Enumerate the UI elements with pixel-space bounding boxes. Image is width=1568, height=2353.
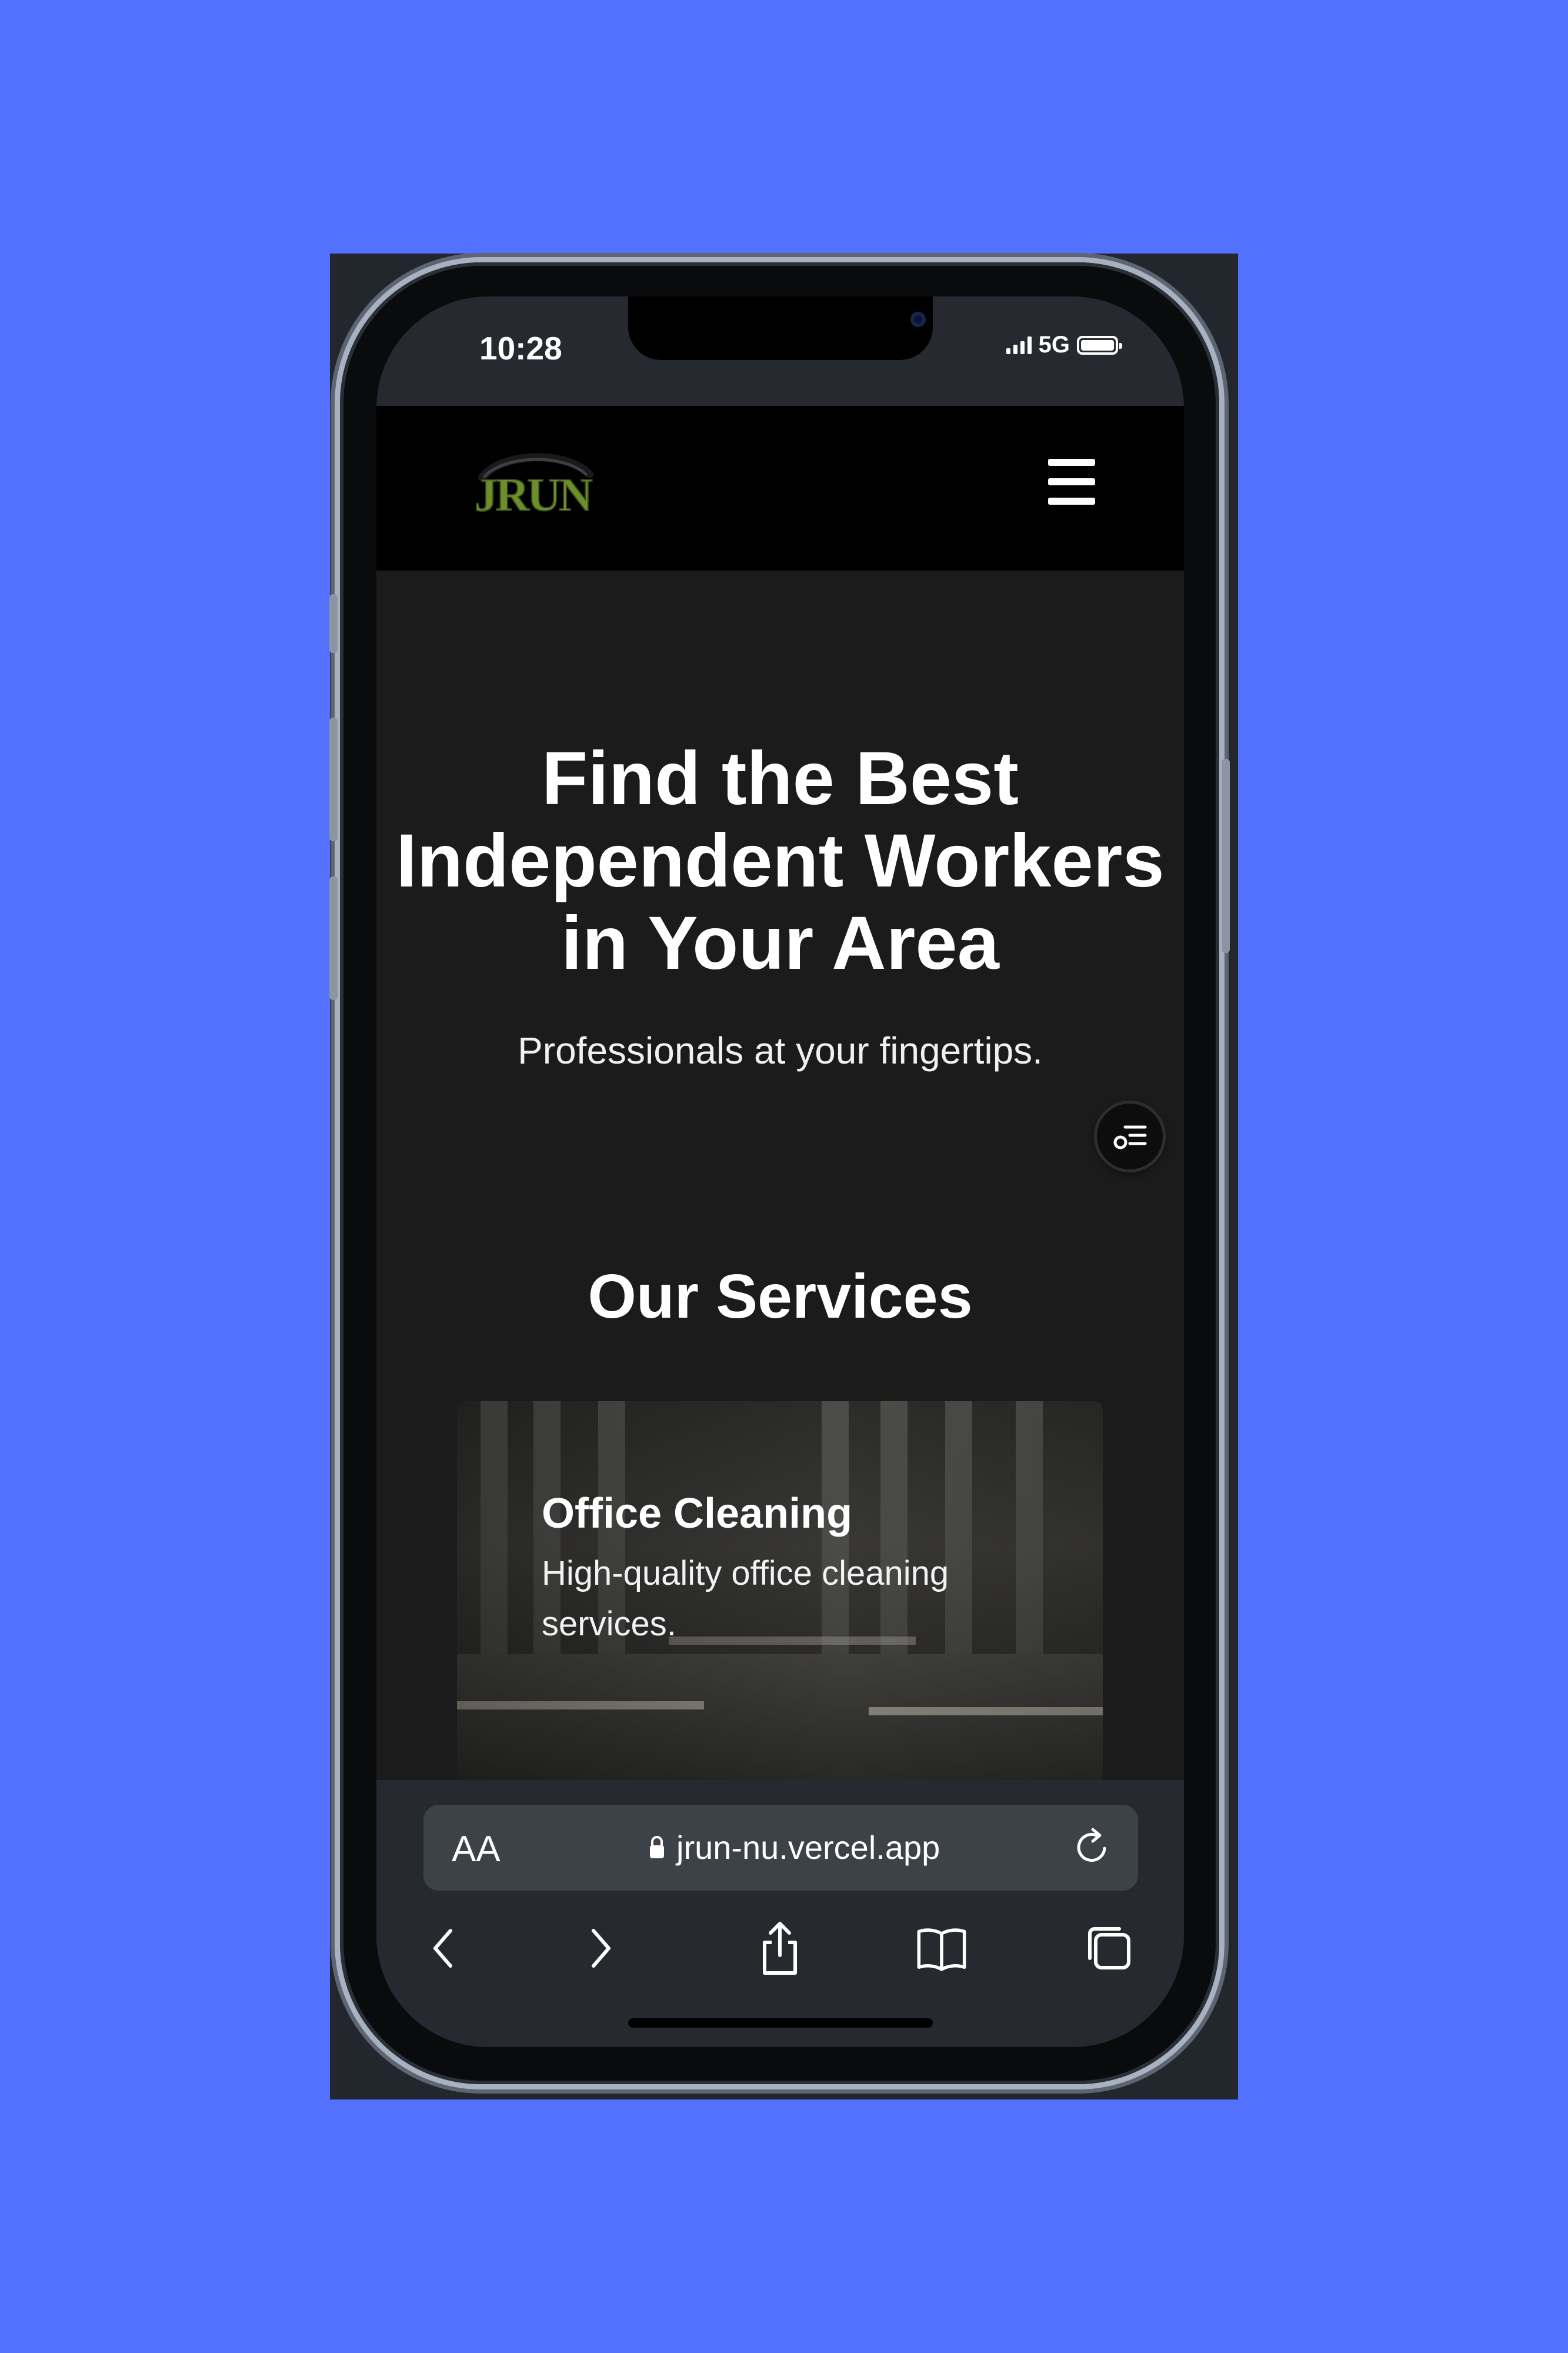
signal-icon xyxy=(1006,336,1032,354)
forward-button[interactable] xyxy=(573,1919,628,1978)
settings-list-icon xyxy=(1113,1125,1147,1149)
share-icon xyxy=(763,1922,797,1975)
bookmarks-icon xyxy=(917,1928,966,1971)
address-bar[interactable]: AA jrun-nu.vercel.app xyxy=(423,1805,1138,1891)
network-type: 5G xyxy=(1038,332,1070,358)
home-indicator xyxy=(628,2018,933,2028)
status-bar: 10:28 5G xyxy=(376,296,1184,406)
phone-screen: 10:28 5G JRUN Find the Best Independent … xyxy=(376,296,1184,2047)
battery-icon xyxy=(1077,335,1122,355)
volume-up-button xyxy=(329,718,338,841)
back-button[interactable] xyxy=(416,1919,471,1978)
back-icon xyxy=(433,1929,452,1968)
reload-icon[interactable] xyxy=(1070,1826,1113,1868)
hero-title-line: in Your Area xyxy=(561,901,999,985)
power-button xyxy=(1222,759,1230,953)
service-card-title: Office Cleaning xyxy=(542,1490,853,1537)
url-text: jrun-nu.vercel.app xyxy=(676,1829,940,1866)
floating-settings-button[interactable] xyxy=(1097,1104,1163,1169)
forward-icon xyxy=(592,1929,610,1968)
service-card-description: High-quality office cleaning services. xyxy=(542,1554,949,1643)
hamburger-menu-icon[interactable] xyxy=(1048,459,1095,505)
hero-title-line: Find the Best xyxy=(542,736,1019,821)
notch xyxy=(628,296,933,360)
service-card-office-cleaning[interactable]: Office Cleaning High-quality office clea… xyxy=(457,1401,1103,1813)
tabs-icon xyxy=(1088,1927,1130,1969)
hero-title-line: Independent Workers xyxy=(396,819,1165,903)
browser-toolbar: AA jrun-nu.vercel.app xyxy=(376,1780,1184,2047)
front-camera-icon xyxy=(910,312,926,327)
bookmarks-button[interactable] xyxy=(915,1919,969,1978)
volume-down-button xyxy=(329,876,338,1000)
site-header: JRUN xyxy=(376,406,1184,571)
hero-subtitle: Professionals at your fingertips. xyxy=(518,1029,1043,1072)
jrun-logo[interactable]: JRUN xyxy=(465,441,600,529)
hero-title: Find the Best Independent Workers in You… xyxy=(376,738,1184,985)
lock-icon xyxy=(650,1836,664,1858)
browser-nav-row xyxy=(376,1909,1184,1986)
services-section-title: Our Services xyxy=(588,1262,973,1331)
status-time: 10:28 xyxy=(479,330,562,366)
status-indicators: 5G xyxy=(1006,332,1122,358)
tabs-button[interactable] xyxy=(1082,1919,1136,1978)
reader-text-size-button[interactable]: AA xyxy=(452,1828,501,1870)
share-button[interactable] xyxy=(753,1919,807,1978)
silent-switch xyxy=(329,594,338,653)
logo-text: JRUN xyxy=(474,469,592,521)
